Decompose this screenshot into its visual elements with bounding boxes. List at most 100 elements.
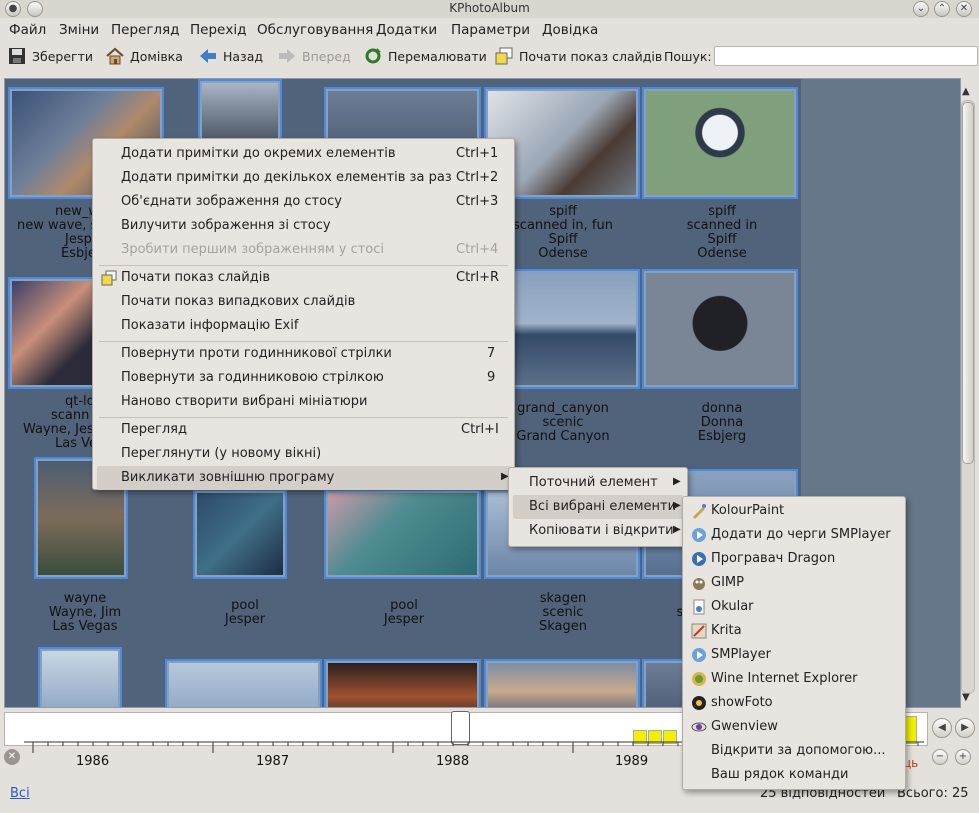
maximize-icon[interactable]: ⌃ bbox=[934, 1, 950, 17]
app-smplayer-enqueue[interactable]: Додати до черги SMPlayer bbox=[683, 523, 905, 547]
menubar: Файл Зміни Перегляд Перехід Обслуговуван… bbox=[0, 18, 979, 42]
caption-wayne: wayne Wayne, Jim Las Vegas bbox=[48, 591, 122, 634]
menu-help[interactable]: Довідка bbox=[542, 22, 598, 38]
menu-maintenance[interactable]: Обслуговування bbox=[257, 22, 373, 38]
close-icon[interactable]: ✕ bbox=[956, 1, 972, 17]
save-button[interactable]: Зберегти bbox=[8, 46, 93, 66]
menu-start-slideshow[interactable]: Почати показ слайдів Ctrl+R bbox=[93, 266, 514, 290]
caption-spiff-2: spiff scanned in Spiff Odense bbox=[686, 204, 758, 261]
refresh-icon bbox=[365, 48, 381, 64]
menu-edit[interactable]: Зміни bbox=[59, 22, 99, 38]
back-arrow-icon bbox=[200, 49, 216, 63]
forward-label: Вперед bbox=[302, 48, 351, 64]
zoom-in-icon[interactable]: + bbox=[955, 749, 971, 765]
zoom-out-icon[interactable]: − bbox=[932, 749, 948, 765]
home-button[interactable]: Домівка bbox=[106, 46, 183, 66]
scroll-thumb[interactable] bbox=[962, 102, 974, 464]
menu-settings[interactable]: Параметри bbox=[451, 22, 530, 38]
submenu-copy-and-open[interactable]: Копіювати і відкрити ▶ bbox=[509, 519, 687, 543]
app-wine-ie[interactable]: Wine Internet Explorer bbox=[683, 667, 905, 691]
applications-submenu: KolourPaint Додати до черги SMPlayer Про… bbox=[682, 496, 906, 790]
external-submenu: Поточний елемент ▶ Всі вибрані елементи ▶ … bbox=[508, 467, 688, 547]
menu-regenerate-thumbnails[interactable]: Наново створити вибрані мініатюри bbox=[93, 390, 514, 414]
submenu-arrow-icon: ▶ bbox=[673, 476, 681, 487]
okular-icon bbox=[693, 599, 705, 615]
thumbnail-pool-1[interactable] bbox=[193, 489, 287, 579]
minimize-icon[interactable]: ⌄ bbox=[913, 1, 929, 17]
context-menu: Додати примітки до окремих елементів Ctrl… bbox=[92, 138, 515, 490]
menu-view[interactable]: Перегляд bbox=[111, 22, 180, 38]
menu-random-slideshow[interactable]: Почати показ випадкових слайдів bbox=[93, 290, 514, 314]
total-count: Всього: 25 bbox=[897, 786, 969, 801]
app-open-with[interactable]: Відкрити за допомогою... bbox=[683, 739, 905, 763]
thumbnail-beach[interactable] bbox=[38, 647, 122, 707]
menu-unstack-images[interactable]: Вилучити зображення зі стосу bbox=[93, 214, 514, 238]
menu-go[interactable]: Перехід bbox=[190, 22, 246, 38]
slideshow-label: Почати показ слайдів bbox=[519, 48, 663, 64]
krita-icon bbox=[691, 623, 707, 639]
menu-invoke-external[interactable]: Викликати зовнішню програму ▶ bbox=[97, 466, 510, 490]
menu-plugins[interactable]: Додатки bbox=[376, 22, 437, 38]
timeline-year: 1988 bbox=[436, 754, 470, 769]
menu-stack-images[interactable]: Об'єднати зображення до стосу Ctrl+3 bbox=[93, 190, 514, 214]
redraw-button[interactable]: Перемалювати bbox=[364, 46, 487, 66]
app-smplayer[interactable]: SMPlayer bbox=[683, 643, 905, 667]
app-gwenview[interactable]: Gwenview bbox=[683, 715, 905, 739]
thumbnail-donna[interactable] bbox=[642, 269, 798, 389]
submenu-current-item[interactable]: Поточний елемент ▶ bbox=[509, 471, 687, 495]
window-title: KPhotoAlbum bbox=[449, 1, 530, 15]
caption-pool-2: pool Jesper bbox=[383, 598, 425, 627]
scroll-up-icon[interactable]: ▲ bbox=[962, 86, 970, 97]
caption-donna: donna Donna Esbjerg bbox=[697, 401, 747, 444]
app-showfoto[interactable]: showFoto bbox=[683, 691, 905, 715]
submenu-arrow-icon: ▶ bbox=[673, 524, 681, 535]
gwenview-icon bbox=[691, 722, 707, 732]
thumbnail-sunset[interactable] bbox=[324, 659, 481, 707]
menu-file[interactable]: Файл bbox=[9, 22, 46, 38]
menu-view-new-window[interactable]: Переглянути (у новому вікні) bbox=[93, 442, 514, 466]
timeline-prev-icon[interactable]: ◀ bbox=[932, 718, 952, 738]
home-label: Домівка bbox=[130, 48, 183, 64]
app-custom-command[interactable]: Ваш рядок команди bbox=[683, 763, 905, 787]
caption-skagen: skagen scenic Skagen bbox=[538, 591, 587, 634]
thumbnail-spiff-grass[interactable] bbox=[642, 87, 798, 199]
thumbnail-pool-2[interactable] bbox=[324, 489, 481, 579]
back-label: Назад bbox=[223, 48, 264, 64]
submenu-all-selected[interactable]: Всі вибрані елементи ▶ bbox=[513, 495, 683, 519]
menu-annotate-multiple[interactable]: Додати примітки до декількох елементів з… bbox=[93, 166, 514, 190]
menu-view[interactable]: Перегляд Ctrl+I bbox=[93, 418, 514, 442]
title-bar: ● KPhotoAlbum ⌄ ⌃ ✕ bbox=[0, 0, 979, 19]
timeline-year: 1986 bbox=[76, 754, 110, 769]
caption-pool-1: pool Jesper bbox=[224, 598, 266, 627]
save-label: Зберегти bbox=[32, 48, 94, 64]
app-krita[interactable]: Krita bbox=[683, 619, 905, 643]
app-gimp[interactable]: GIMP bbox=[683, 571, 905, 595]
forward-button[interactable]: Вперед bbox=[278, 46, 351, 66]
smplayer-icon bbox=[692, 648, 706, 662]
slideshow-icon bbox=[495, 47, 513, 65]
search-label: Пошук: bbox=[664, 48, 712, 64]
gimp-icon bbox=[693, 578, 705, 590]
back-button[interactable]: Назад bbox=[199, 46, 263, 66]
showfoto-icon bbox=[692, 696, 706, 710]
thumbnail-sky[interactable] bbox=[165, 659, 322, 707]
filter-link[interactable]: Всі bbox=[10, 786, 30, 801]
menu-annotate-individual[interactable]: Додати примітки до окремих елементів Ctrl… bbox=[93, 142, 514, 166]
scroll-down-icon[interactable]: ▼ bbox=[962, 692, 970, 703]
vertical-scrollbar[interactable]: ▲ ▼ bbox=[960, 86, 975, 704]
app-okular[interactable]: Okular bbox=[683, 595, 905, 619]
app-dragon-player[interactable]: Програвач Dragon bbox=[683, 547, 905, 571]
timeline-next-icon[interactable]: ▶ bbox=[955, 718, 975, 738]
app-kolourpaint[interactable]: KolourPaint bbox=[683, 499, 905, 523]
thumbnail-portrait[interactable] bbox=[484, 659, 640, 707]
menu-make-first-in-stack[interactable]: Зробити першим зображенням у стосі Ctrl+4 bbox=[93, 238, 514, 262]
search-input[interactable] bbox=[714, 46, 978, 66]
clear-date-range-icon[interactable]: ✕ bbox=[4, 749, 20, 765]
menu-rotate-ccw[interactable]: Повернути проти годинникової стрілки 7 bbox=[93, 342, 514, 366]
internet-explorer-icon bbox=[692, 672, 706, 686]
menu-rotate-cw[interactable]: Повернути за годинниковою стрілкою 9 bbox=[93, 366, 514, 390]
menu-show-exif[interactable]: Показати інформацію Exif bbox=[93, 314, 514, 338]
timeline-year: 1987 bbox=[256, 754, 290, 769]
slideshow-button[interactable]: Почати показ слайдів bbox=[495, 46, 662, 66]
slideshow-icon bbox=[101, 270, 117, 286]
